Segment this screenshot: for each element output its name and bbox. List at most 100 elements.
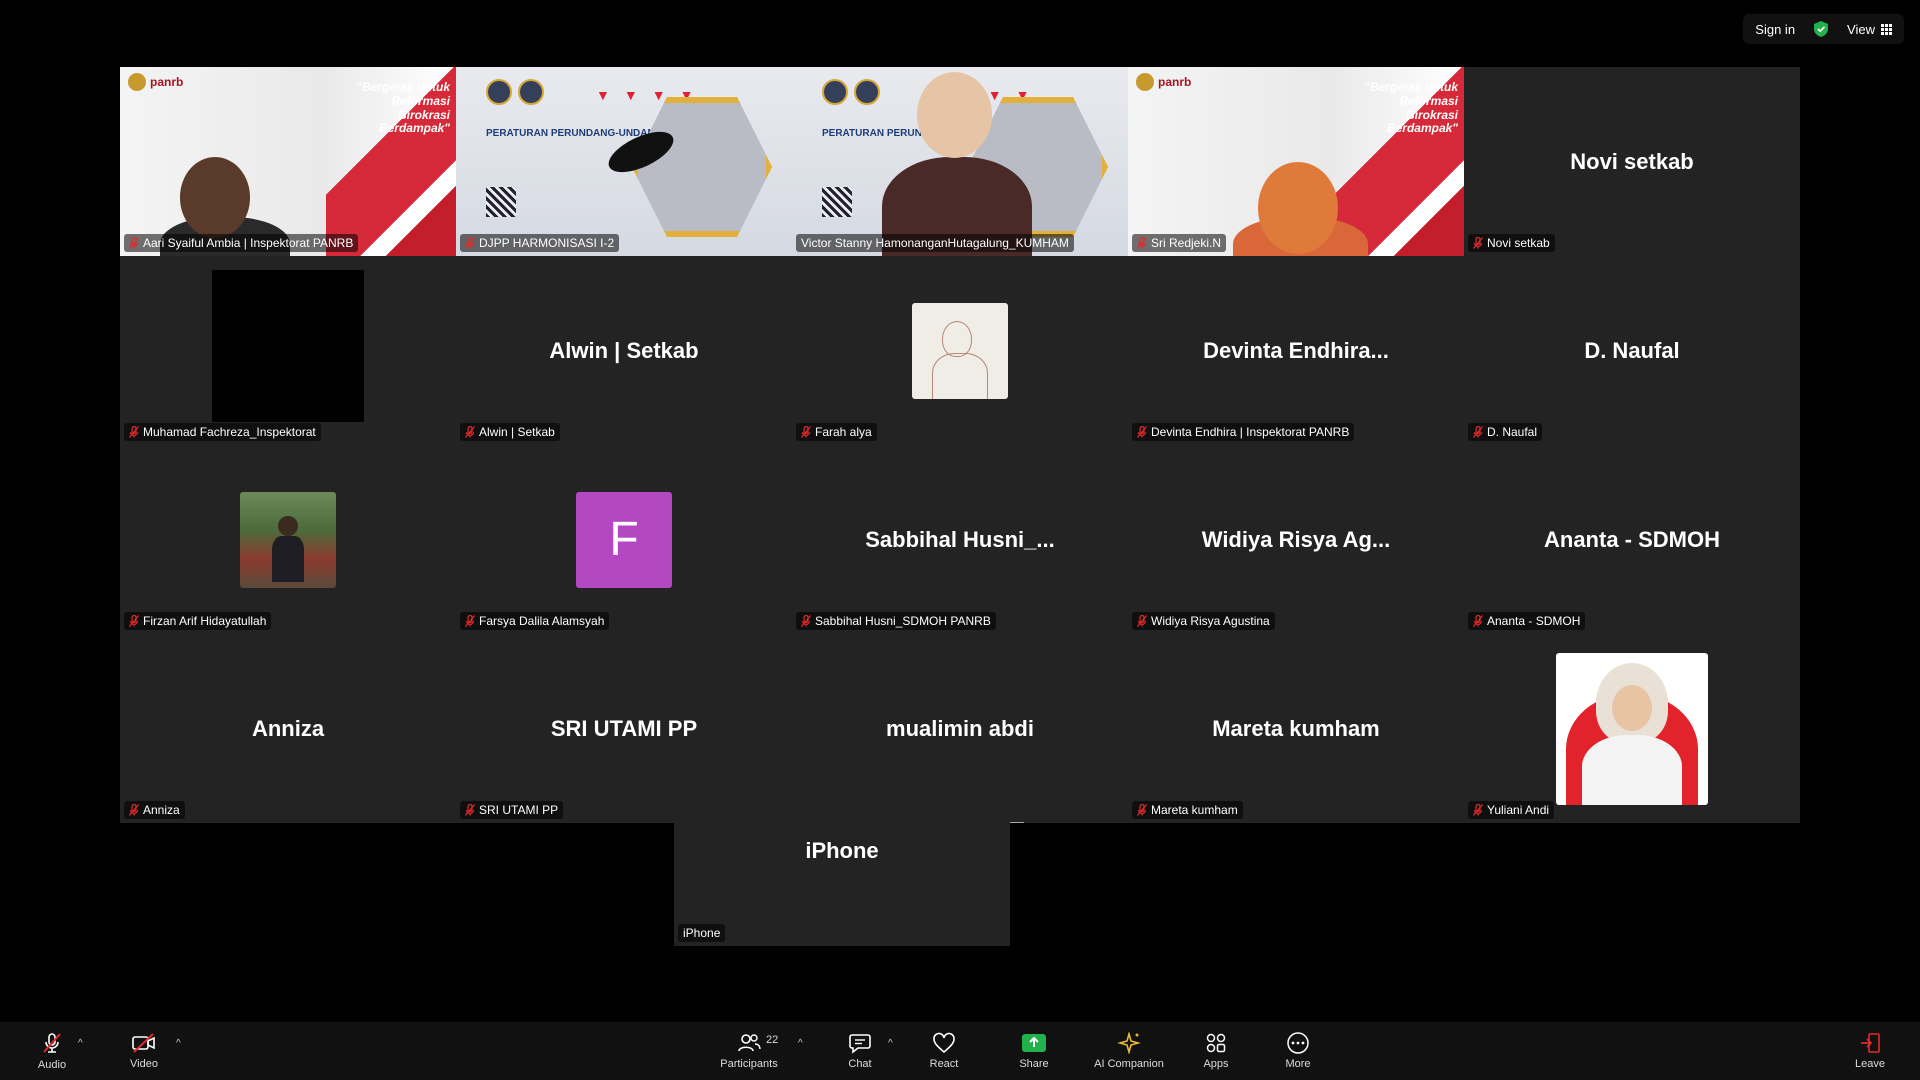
background-quote: "Bergerak untuk Reformasi Birokrasi Berd… bbox=[356, 80, 450, 136]
participant-tile[interactable]: Farah alya bbox=[792, 256, 1128, 445]
muted-microphone-icon bbox=[1473, 615, 1483, 627]
chat-icon bbox=[849, 1034, 871, 1054]
leave-button[interactable]: Leave bbox=[1848, 1026, 1892, 1076]
sign-in-link[interactable]: Sign in bbox=[1755, 22, 1795, 37]
participant-display-name: mualimin abdi bbox=[886, 715, 1034, 741]
encryption-shield-icon[interactable] bbox=[1813, 21, 1829, 37]
participant-name-tag: Sabbihal Husni_SDMOH PANRB bbox=[796, 612, 996, 630]
participant-name-tag: Ananta - SDMOH bbox=[1468, 612, 1586, 630]
participant-display-name: Anniza bbox=[251, 715, 325, 741]
muted-microphone-icon bbox=[43, 1033, 61, 1053]
muted-microphone-icon bbox=[465, 237, 475, 249]
react-button[interactable]: React bbox=[922, 1026, 966, 1076]
qr-code bbox=[822, 187, 852, 217]
participant-name-tag: Alwin | Setkab bbox=[460, 423, 560, 441]
leave-label: Leave bbox=[1855, 1058, 1885, 1070]
participant-tile[interactable]: ▼▼▼▼PERATURAN PERUNDANG-UNDANGANVictor S… bbox=[792, 67, 1128, 256]
more-button[interactable]: More bbox=[1276, 1026, 1320, 1076]
participants-options-chevron-icon[interactable]: ^ bbox=[798, 1038, 803, 1049]
participant-tile[interactable]: panrb "Bergerak untuk Reformasi Birokrasi… bbox=[1128, 67, 1464, 256]
audio-options-chevron-icon[interactable]: ^ bbox=[78, 1038, 83, 1049]
muted-microphone-icon bbox=[801, 426, 811, 438]
more-label: More bbox=[1285, 1058, 1311, 1070]
participant-tile-iphone[interactable]: iPhone iPhone bbox=[674, 756, 1010, 946]
share-button[interactable]: Share bbox=[1012, 1026, 1056, 1076]
participant-tile[interactable]: Alwin | Setkab Alwin | Setkab bbox=[456, 256, 792, 445]
participant-tile[interactable]: F Farsya Dalila Alamsyah bbox=[456, 445, 792, 634]
participants-icon bbox=[738, 1034, 761, 1052]
participant-name-tag: Farsya Dalila Alamsyah bbox=[460, 612, 610, 630]
participant-name-tag: Muhamad Fachreza_Inspektorat bbox=[124, 423, 321, 441]
participant-name: iPhone bbox=[683, 926, 721, 940]
video-off-icon bbox=[132, 1033, 155, 1053]
participant-name: D. Naufal bbox=[1487, 425, 1538, 439]
audio-button[interactable]: Audio bbox=[30, 1026, 74, 1076]
muted-microphone-icon bbox=[1473, 426, 1483, 438]
participant-name: Mareta kumham bbox=[1151, 803, 1238, 817]
video-button[interactable]: Video bbox=[122, 1026, 166, 1076]
participant-name-tag: Novi setkab bbox=[1468, 234, 1555, 252]
participant-name: Widiya Risya Agustina bbox=[1151, 614, 1270, 628]
chat-options-chevron-icon[interactable]: ^ bbox=[888, 1038, 893, 1049]
muted-microphone-icon bbox=[129, 804, 139, 816]
view-button[interactable]: View bbox=[1847, 22, 1892, 37]
participant-name-tag: Yuliani Andi bbox=[1468, 801, 1555, 819]
participant-tile[interactable]: Muhamad Fachreza_Inspektorat bbox=[120, 256, 456, 445]
muted-microphone-icon bbox=[1473, 237, 1483, 249]
profile-picture bbox=[1556, 652, 1708, 805]
apps-button[interactable]: Apps bbox=[1194, 1026, 1238, 1076]
chat-button[interactable]: Chat bbox=[838, 1026, 882, 1076]
background-quote: "Bergerak untuk Reformasi Birokrasi Berd… bbox=[1364, 80, 1458, 136]
participant-tile[interactable]: Devinta Endhira... Devinta Endhira | Insp… bbox=[1128, 256, 1464, 445]
participant-name: Muhamad Fachreza_Inspektorat bbox=[143, 425, 316, 439]
gallery-view: panrb "Bergerak untuk Reformasi Birokrasi… bbox=[120, 67, 1800, 823]
view-label: View bbox=[1847, 21, 1875, 37]
video-options-chevron-icon[interactable]: ^ bbox=[176, 1038, 181, 1049]
meeting-toolbar: Audio ^ Video ^ Participants 22 ^ Chat ^… bbox=[0, 1022, 1920, 1080]
participant-tile[interactable]: Sabbihal Husni_... Sabbihal Husni_SDMOH P… bbox=[792, 445, 1128, 634]
participant-name: Devinta Endhira | Inspektorat PANRB bbox=[1151, 425, 1350, 439]
muted-microphone-icon bbox=[1137, 804, 1147, 816]
participant-display-name: Novi setkab bbox=[1570, 148, 1694, 174]
ai-companion-button[interactable]: AI Companion bbox=[1086, 1026, 1172, 1076]
participant-tile[interactable]: D. Naufal D. Naufal bbox=[1464, 256, 1800, 445]
muted-microphone-icon bbox=[129, 615, 139, 627]
audio-label: Audio bbox=[37, 1059, 67, 1071]
muted-microphone-icon bbox=[1137, 237, 1147, 249]
share-label: Share bbox=[1019, 1058, 1049, 1070]
participant-display-name: D. Naufal bbox=[1584, 337, 1680, 363]
participant-tile[interactable]: Anniza Anniza bbox=[120, 634, 456, 823]
participant-tile[interactable]: Mareta kumham Mareta kumham bbox=[1128, 634, 1464, 823]
participants-label: Participants bbox=[720, 1058, 778, 1070]
participant-display-name: iPhone bbox=[805, 838, 879, 863]
participant-name-tag: Devinta Endhira | Inspektorat PANRB bbox=[1132, 423, 1355, 441]
profile-picture bbox=[912, 302, 1008, 399]
participant-name: SRI UTAMI PP bbox=[479, 803, 559, 817]
participant-tile[interactable]: ▼▼▼▼ PERATURAN PERUNDANG-UNDANGAN DJPP HAR… bbox=[456, 67, 792, 256]
participant-name: Ananta - SDMOH bbox=[1487, 614, 1581, 628]
participant-tile[interactable]: Ananta - SDMOH Ananta - SDMOH bbox=[1464, 445, 1800, 634]
panrb-logo: panrb bbox=[1136, 73, 1191, 91]
participant-tile[interactable]: Widiya Risya Ag... Widiya Risya Agustina bbox=[1128, 445, 1464, 634]
participant-tile[interactable]: Firzan Arif Hidayatullah bbox=[120, 445, 456, 634]
sparkle-icon bbox=[1117, 1032, 1141, 1054]
video-label: Video bbox=[130, 1058, 158, 1070]
participant-display-name: Sabbihal Husni_... bbox=[865, 526, 1055, 552]
participant-display-name: Mareta kumham bbox=[1212, 715, 1380, 741]
top-bar: Sign in View bbox=[1743, 14, 1904, 44]
participant-video-black bbox=[212, 270, 364, 422]
participant-name: Victor Stanny HamonanganHutagalung_KUMHA… bbox=[801, 236, 1069, 250]
participant-name-tag: D. Naufal bbox=[1468, 423, 1543, 441]
participant-tile[interactable]: Novi setkab Novi setkab bbox=[1464, 67, 1800, 256]
participant-name-tag: iPhone bbox=[678, 924, 726, 942]
participant-name-tag: SRI UTAMI PP bbox=[460, 801, 564, 819]
muted-microphone-icon bbox=[129, 237, 139, 249]
participant-display-name: Alwin | Setkab bbox=[549, 337, 699, 363]
participant-tile[interactable]: panrb "Bergerak untuk Reformasi Birokrasi… bbox=[120, 67, 456, 256]
participant-name: DJPP HARMONISASI I-2 bbox=[479, 236, 615, 250]
participant-name-tag: Anniza bbox=[124, 801, 185, 819]
gallery-grid-icon bbox=[1881, 23, 1892, 35]
participant-display-name: SRI UTAMI PP bbox=[550, 715, 698, 741]
heart-icon bbox=[933, 1032, 955, 1054]
participant-tile[interactable]: Yuliani Andi bbox=[1464, 634, 1800, 823]
